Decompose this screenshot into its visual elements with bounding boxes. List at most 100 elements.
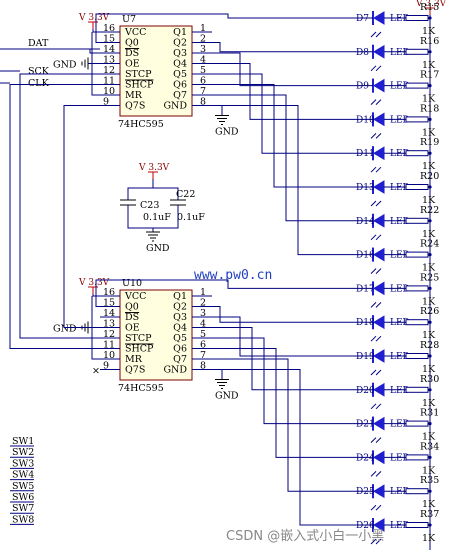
wire-u10-out-q2 xyxy=(212,316,373,357)
chip-u7-pinnum-3: 3 xyxy=(200,44,206,55)
led-row-d16-res-ref: R24 xyxy=(420,239,439,250)
chip-u7-pinname-15: Q0 xyxy=(125,38,139,49)
chip-u10-pinname-9: Q7S xyxy=(125,365,145,376)
chip-u10-pinname-13: OE xyxy=(125,323,140,334)
chip-u7-pinname-14: DS xyxy=(125,48,139,59)
led-row-d17-junction xyxy=(428,286,432,290)
led-row-d16-ref: D16 xyxy=(356,251,375,261)
chip-u10-pinnum-10: 10 xyxy=(103,350,115,361)
chip-u7-pinnum-5: 5 xyxy=(200,65,206,76)
cap-c23-value: 0.1uF xyxy=(143,212,171,223)
led-row-d9-ray1 xyxy=(370,99,377,105)
led-row-d17-ray2 xyxy=(375,302,382,308)
led-row-d10-resistor xyxy=(405,116,429,123)
chip-u7-pinname-1: Q1 xyxy=(173,27,187,38)
chip-u10-pinname-16: VCC xyxy=(124,291,146,302)
led-row-d26-junction xyxy=(428,523,432,527)
chip-u7-pinnum-14: 14 xyxy=(103,44,115,55)
chip-u10-pinname-14: DS xyxy=(125,312,139,323)
led-row-d16-junction xyxy=(428,253,432,257)
led-row-d8-diode xyxy=(373,44,385,59)
circuit-diagram: U774HC59516 VCC 1Q115 Q0 2Q214 DS 3Q313 OE 4Q412… xyxy=(0,0,447,550)
led-row-d7-junction xyxy=(428,16,432,20)
chip-u7-pinname-8: GND xyxy=(163,101,187,112)
led-row-d17-ref: D17 xyxy=(356,284,375,294)
led-row-d26-res-val: 1K xyxy=(422,533,436,544)
led-row-d26-res-ref: R37 xyxy=(420,509,439,520)
switch-label-sw7: SW7 xyxy=(12,503,34,514)
led-row-d18-junction xyxy=(428,320,432,324)
led-row-d10-ray1 xyxy=(370,133,377,139)
switch-label-sw3: SW3 xyxy=(12,458,34,469)
wire-shcp xyxy=(9,84,100,349)
gnd-u7-pin8-w xyxy=(212,105,223,116)
led-row-d14-junction xyxy=(428,219,432,223)
wire-u10-out-q5 xyxy=(212,348,373,458)
led-row-d24-junction xyxy=(428,455,432,459)
led-row-d24-ray1 xyxy=(370,471,377,477)
chip-u7-pinnum-13: 13 xyxy=(103,55,115,66)
led-row-d7-res-ref: R15 xyxy=(420,2,439,13)
led-row-d14-ray2 xyxy=(375,234,382,241)
chip-u7-pinname-5: Q5 xyxy=(173,69,187,80)
switch-label-sw4: SW4 xyxy=(12,470,34,481)
chip-u10-pinnum-6: 6 xyxy=(200,340,206,351)
led-row-d25-junction xyxy=(428,489,432,493)
led-row-d25-ref: D25 xyxy=(356,487,375,497)
wire-u10-out-q6 xyxy=(212,358,373,492)
led-row-d9-ray2 xyxy=(375,99,382,105)
chip-u10-pinnum-13: 13 xyxy=(103,319,115,330)
chip-u10-pinname-7: Q7 xyxy=(173,354,187,365)
chip-u7-pinnum-12: 12 xyxy=(103,65,115,76)
gnd-u7-pin8-label: GND xyxy=(215,127,239,138)
chip-u10-pinnum-4: 4 xyxy=(200,319,206,330)
led-row-d18-resistor xyxy=(405,319,429,326)
led-row-d20-diode xyxy=(373,382,385,397)
led-row-d19-ref: D19 xyxy=(356,352,375,362)
led-row-d21-ref: D21 xyxy=(356,420,375,430)
led-row-d9-diode xyxy=(373,78,385,93)
led-row-d17-resistor xyxy=(405,285,429,292)
gnd-caps-label: GND xyxy=(146,243,170,254)
led-row-d25-ray2 xyxy=(375,504,382,511)
chip-u10-pinnum-15: 15 xyxy=(103,298,115,309)
led-row-d10-ref: D10 xyxy=(356,115,375,125)
net-sck-label: SCK xyxy=(28,66,50,77)
led-row-d9-junction xyxy=(428,84,432,88)
led-row-d7-diode xyxy=(373,11,385,25)
chip-u7-pinnum-4: 4 xyxy=(200,55,206,66)
led-row-d24-diode xyxy=(373,450,385,465)
led-row-d24-resistor xyxy=(405,454,429,461)
chip-u10-pinname-8: GND xyxy=(163,365,187,376)
chip-u10-pinnum-3: 3 xyxy=(200,308,206,319)
led-row-d17-ray1 xyxy=(370,302,377,308)
chip-u7-pinnum-8: 8 xyxy=(200,97,206,108)
chip-u7-pinnum-16: 16 xyxy=(103,23,115,34)
switch-label-sw8: SW8 xyxy=(12,514,34,525)
led-row-d19-diode xyxy=(373,349,385,363)
wire-u7-out-q1 xyxy=(212,42,373,53)
chip-u7-pinname-16: VCC xyxy=(124,27,146,38)
chip-u10-pinname-3: Q3 xyxy=(173,312,187,323)
chip-u7-pinname-4: Q4 xyxy=(173,59,187,70)
led-row-d21-ray2 xyxy=(375,437,382,443)
led-row-d14-ray1 xyxy=(370,234,377,241)
led-row-d13-ref: D13 xyxy=(356,183,375,193)
led-row-d13-diode xyxy=(373,180,385,194)
led-row-d20-junction xyxy=(428,388,432,392)
led-row-d8-resistor xyxy=(405,48,429,55)
wire-c22-top xyxy=(153,187,179,200)
chip-u7-pinname-10: MR xyxy=(125,90,143,101)
chip-u10-pinnum-14: 14 xyxy=(103,308,115,319)
chip-u7-pinname-13: OE xyxy=(125,59,140,70)
led-row-d7-resistor xyxy=(405,15,429,21)
chip-u10-pinname-10: MR xyxy=(125,354,143,365)
led-row-d21-junction xyxy=(428,422,432,426)
cap-c22-value: 0.1uF xyxy=(177,212,205,223)
cap-c23-ref: C23 xyxy=(140,200,159,211)
led-row-d7-ray1 xyxy=(370,31,377,38)
led-row-d9-ref: D9 xyxy=(356,82,369,92)
chip-u10-pinname-6: Q6 xyxy=(173,344,187,355)
switch-label-sw5: SW5 xyxy=(12,481,34,492)
wire-cascade xyxy=(63,105,100,328)
